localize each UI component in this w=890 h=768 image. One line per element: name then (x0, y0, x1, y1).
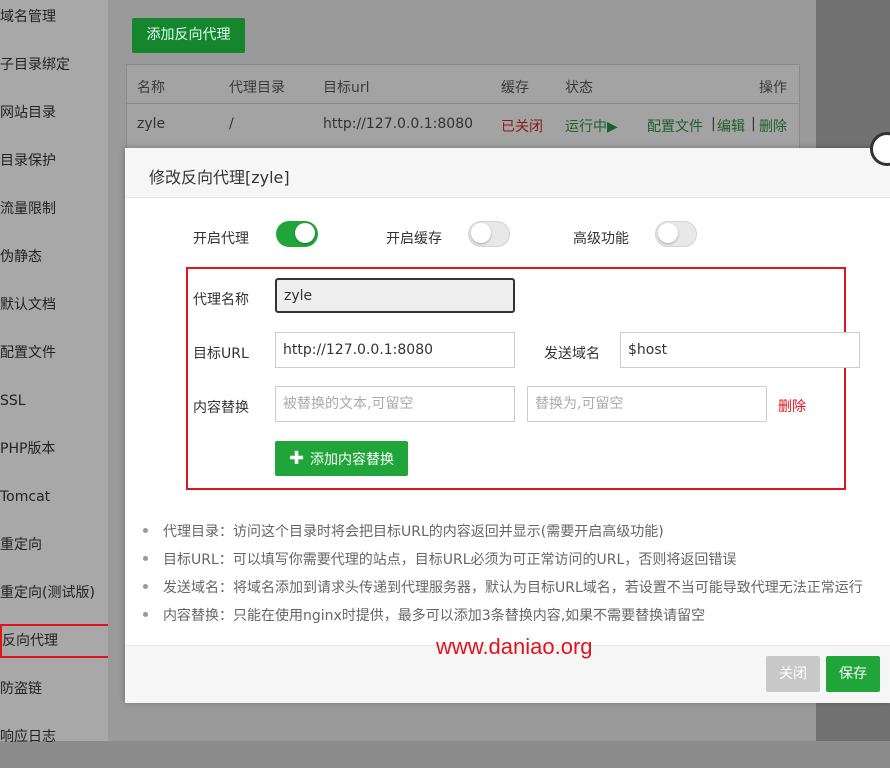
sidebar-item-tomcat[interactable]: Tomcat (0, 480, 108, 528)
save-button[interactable]: 保存 (826, 656, 880, 692)
add-content-replace-label: 添加内容替换 (310, 452, 395, 468)
target-url-label: 目标URL (193, 346, 249, 362)
col-name: 名称 (137, 80, 165, 96)
help-item: 目标URL：可以填写你需要代理的站点，目标URL必须为可正常访问的URL，否则将… (143, 549, 863, 577)
plus-icon: ✚ (288, 448, 305, 469)
sidebar-item-hotlink[interactable]: 防盗链 (0, 672, 108, 720)
toggle-cache[interactable] (468, 221, 510, 247)
send-domain-label: 发送域名 (544, 346, 600, 362)
add-reverse-proxy-button[interactable]: 添加反向代理 (132, 18, 245, 53)
content-replace-label: 内容替换 (193, 400, 249, 416)
col-status: 状态 (565, 80, 593, 96)
help-text: 内容替换：只能在使用nginx时提供，最多可以添加3条替换内容,如果不需要替换请… (163, 608, 706, 624)
sidebar-item-traffic[interactable]: 流量限制 (0, 192, 108, 240)
cell-dir: / (229, 116, 234, 132)
op-separator: | (751, 116, 756, 132)
replace-from-input[interactable]: 被替换的文本,可留空 (275, 386, 515, 422)
bullet-icon (143, 612, 148, 617)
replace-to-input[interactable]: 替换为,可留空 (527, 386, 767, 422)
help-text: 代理目录：访问这个目录时将会把目标URL的内容返回并显示(需要开启高级功能) (163, 524, 664, 540)
help-item: 发送域名：将域名添加到请求头传递到代理服务器，默认为目标URL域名，若设置不当可… (143, 577, 863, 605)
col-ops: 操作 (759, 80, 787, 96)
delete-replace-link[interactable]: 删除 (778, 396, 806, 416)
sidebar: 域名管理 子目录绑定 网站目录 目录保护 流量限制 伪静态 默认文档 配置文件 … (0, 0, 121, 745)
dialog-title: 修改反向代理[zyle] (149, 168, 290, 187)
cell-cache-status[interactable]: 已关闭 (501, 116, 543, 136)
help-item: 内容替换：只能在使用nginx时提供，最多可以添加3条替换内容,如果不需要替换请… (143, 605, 863, 633)
add-content-replace-button[interactable]: ✚ 添加内容替换 (275, 441, 408, 476)
col-dir: 代理目录 (229, 80, 285, 96)
edit-proxy-dialog: 修改反向代理[zyle] 开启代理 开启缓存 高级功能 代理名称 zyle 目标… (125, 132, 890, 703)
bullet-icon (143, 584, 148, 589)
send-domain-field[interactable]: $host (620, 332, 860, 368)
toggle-knob (471, 223, 491, 243)
sidebar-item-redirect-beta[interactable]: 重定向(测试版) (0, 576, 108, 624)
sidebar-item-subdir[interactable]: 子目录绑定 (0, 48, 108, 96)
op-separator: | (711, 116, 716, 132)
sidebar-item-site-dir[interactable]: 网站目录 (0, 96, 108, 144)
delete-link[interactable]: 删除 (759, 116, 787, 136)
config-file-link[interactable]: 配置文件 (647, 116, 703, 136)
dialog-header: 修改反向代理[zyle] (125, 148, 890, 198)
bullet-icon (143, 528, 148, 533)
proxy-name-field[interactable]: zyle (275, 278, 515, 313)
proxy-table: 名称 代理目录 目标url 缓存 状态 操作 zyle / http://127… (126, 64, 800, 156)
sidebar-item-default-doc[interactable]: 默认文档 (0, 288, 108, 336)
cell-url: http://127.0.0.1:8080 (323, 116, 474, 132)
sidebar-item-redirect[interactable]: 重定向 (0, 528, 108, 576)
toggle-advanced-label: 高级功能 (573, 231, 629, 247)
toggle-cache-label: 开启缓存 (386, 231, 442, 247)
help-item: 代理目录：访问这个目录时将会把目标URL的内容返回并显示(需要开启高级功能) (143, 521, 863, 549)
watermark-text: www.daniao.org (436, 634, 593, 659)
sidebar-item-dir-protect[interactable]: 目录保护 (0, 144, 108, 192)
help-text: 发送域名：将域名添加到请求头传递到代理服务器，默认为目标URL域名，若设置不当可… (163, 580, 863, 596)
toggle-knob (658, 223, 678, 243)
sidebar-item-reverse-proxy[interactable]: 反向代理 (0, 624, 121, 658)
col-cache: 缓存 (501, 80, 529, 96)
proxy-name-label: 代理名称 (193, 292, 249, 308)
help-text: 目标URL：可以填写你需要代理的站点，目标URL必须为可正常访问的URL，否则将… (163, 552, 737, 568)
edit-link[interactable]: 编辑 (717, 116, 745, 136)
toggle-advanced[interactable] (655, 221, 697, 247)
col-url: 目标url (323, 80, 370, 96)
sidebar-item-domain[interactable]: 域名管理 (0, 0, 108, 48)
cell-name: zyle (137, 116, 166, 132)
toggle-proxy-label: 开启代理 (193, 231, 249, 247)
sidebar-item-php[interactable]: PHP版本 (0, 432, 108, 480)
sidebar-item-config[interactable]: 配置文件 (0, 336, 108, 384)
sidebar-item-ssl[interactable]: SSL (0, 384, 108, 432)
row-divider (127, 103, 799, 104)
cell-run-status[interactable]: 运行中▶ (565, 116, 618, 136)
sidebar-item-rewrite[interactable]: 伪静态 (0, 240, 108, 288)
target-url-field[interactable]: http://127.0.0.1:8080 (275, 332, 515, 368)
toggle-proxy[interactable] (276, 221, 318, 247)
sidebar-item-log[interactable]: 响应日志 (0, 720, 108, 768)
bullet-icon (143, 556, 148, 561)
toggle-knob (295, 223, 315, 243)
close-button[interactable]: 关闭 (766, 656, 820, 692)
help-list: 代理目录：访问这个目录时将会把目标URL的内容返回并显示(需要开启高级功能) 目… (143, 521, 863, 633)
